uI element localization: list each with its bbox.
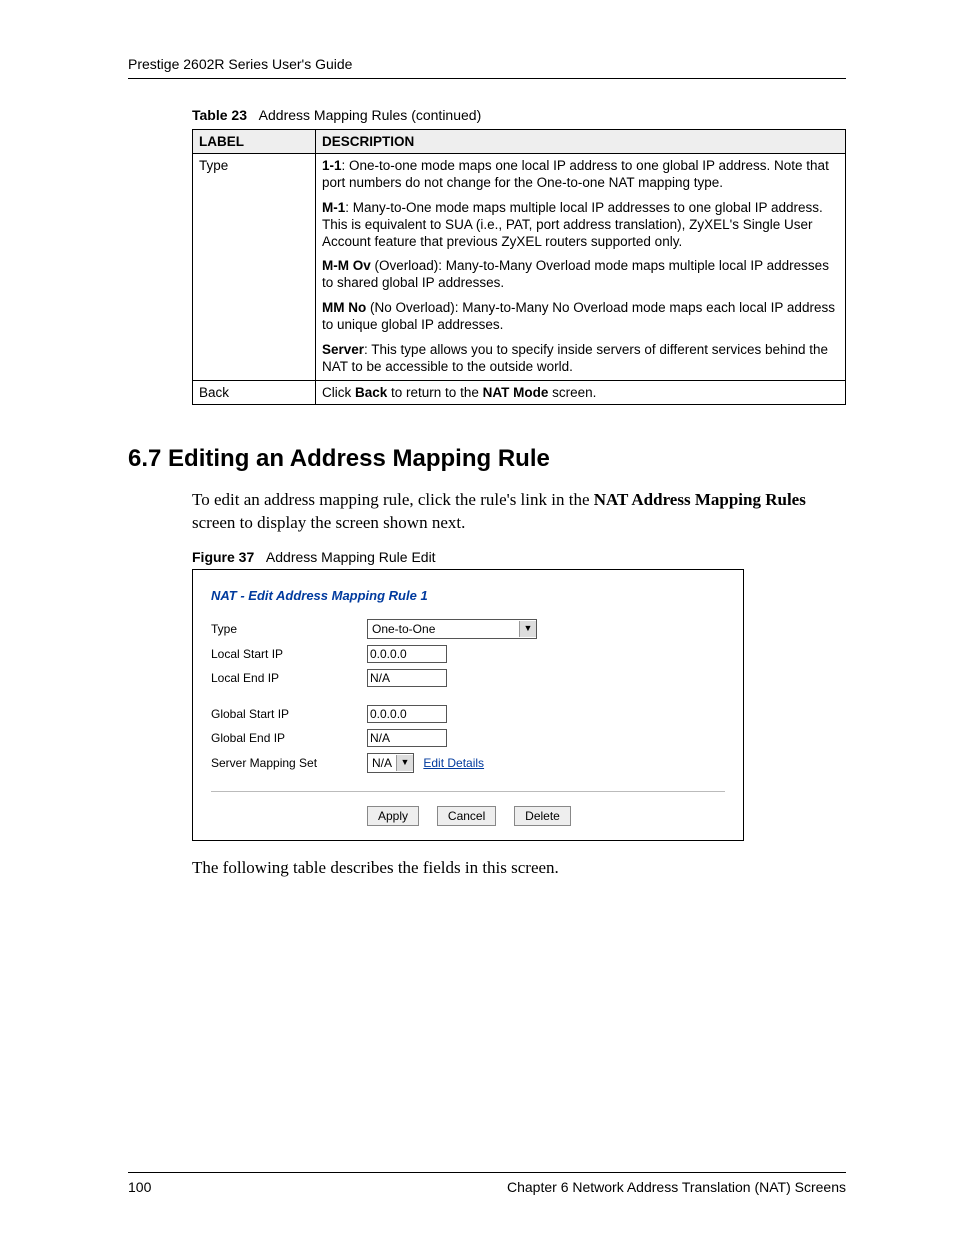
figure-caption-text: Address Mapping Rule Edit: [266, 549, 436, 565]
global-start-ip-input[interactable]: [367, 705, 447, 723]
page-footer: 100 Chapter 6 Network Address Translatio…: [128, 1172, 846, 1195]
delete-button[interactable]: Delete: [514, 806, 571, 826]
desc-bold: 1-1: [322, 158, 342, 173]
local-start-ip-input[interactable]: [367, 645, 447, 663]
desc-text: screen.: [548, 385, 596, 400]
field-label-type: Type: [211, 622, 367, 636]
figure-screenshot: NAT - Edit Address Mapping Rule 1 Type O…: [192, 569, 744, 841]
section-intro: To edit an address mapping rule, click t…: [192, 489, 846, 535]
table-cell-description: Click Back to return to the NAT Mode scr…: [316, 380, 846, 404]
page-number: 100: [128, 1179, 151, 1195]
desc-text: (No Overload): Many-to-Many No Overload …: [322, 300, 835, 332]
local-end-ip-input[interactable]: [367, 669, 447, 687]
global-end-ip-input[interactable]: [367, 729, 447, 747]
chevron-down-icon: ▼: [519, 621, 536, 637]
cancel-button[interactable]: Cancel: [437, 806, 496, 826]
desc-bold: MM No: [322, 300, 366, 315]
field-label-local-start: Local Start IP: [211, 647, 367, 661]
desc-text: : One-to-one mode maps one local IP addr…: [322, 158, 829, 190]
intro-text: screen to display the screen shown next.: [192, 513, 465, 532]
table-cell-label: Type: [193, 154, 316, 381]
field-label-global-end: Global End IP: [211, 731, 367, 745]
table-row: Back Click Back to return to the NAT Mod…: [193, 380, 846, 404]
intro-text: To edit an address mapping rule, click t…: [192, 490, 594, 509]
field-label-server-set: Server Mapping Set: [211, 756, 367, 770]
server-mapping-select[interactable]: N/A ▼: [367, 753, 414, 773]
table-cell-label: Back: [193, 380, 316, 404]
footer-rule: [128, 1172, 846, 1173]
table-header-label: LABEL: [193, 130, 316, 154]
desc-text: : This type allows you to specify inside…: [322, 342, 828, 374]
desc-bold: M-M Ov: [322, 258, 371, 273]
desc-text: (Overload): Many-to-Many Overload mode m…: [322, 258, 829, 290]
desc-bold: Server: [322, 342, 364, 357]
desc-text: to return to the: [387, 385, 482, 400]
type-select[interactable]: One-to-One ▼: [367, 619, 537, 639]
field-label-local-end: Local End IP: [211, 671, 367, 685]
panel-title: NAT - Edit Address Mapping Rule 1: [211, 588, 725, 603]
desc-bold: M-1: [322, 200, 345, 215]
desc-text: Click: [322, 385, 355, 400]
type-select-value: One-to-One: [368, 622, 519, 636]
figure-caption-number: Figure 37: [192, 549, 254, 565]
table-caption-text: Address Mapping Rules (continued): [259, 107, 482, 123]
intro-bold: NAT Address Mapping Rules: [594, 490, 806, 509]
field-label-global-start: Global Start IP: [211, 707, 367, 721]
edit-details-link[interactable]: Edit Details: [423, 756, 484, 770]
figure-caption: Figure 37 Address Mapping Rule Edit: [192, 549, 846, 565]
table-cell-description: 1-1: One-to-one mode maps one local IP a…: [316, 154, 846, 381]
desc-bold: NAT Mode: [483, 385, 549, 400]
desc-text: : Many-to-One mode maps multiple local I…: [322, 200, 823, 249]
apply-button[interactable]: Apply: [367, 806, 419, 826]
table-caption: Table 23 Address Mapping Rules (continue…: [192, 107, 846, 123]
server-mapping-value: N/A: [368, 756, 396, 770]
running-header: Prestige 2602R Series User's Guide: [128, 56, 846, 72]
section-heading: 6.7 Editing an Address Mapping Rule: [128, 445, 846, 473]
address-mapping-table: LABEL DESCRIPTION Type 1-1: One-to-one m…: [192, 129, 846, 405]
table-row: Type 1-1: One-to-one mode maps one local…: [193, 154, 846, 381]
button-row: Apply Cancel Delete: [211, 791, 725, 826]
chapter-title: Chapter 6 Network Address Translation (N…: [507, 1179, 846, 1195]
section-outro: The following table describes the fields…: [192, 857, 846, 880]
table-header-description: DESCRIPTION: [316, 130, 846, 154]
table-caption-number: Table 23: [192, 107, 247, 123]
header-rule: [128, 78, 846, 79]
desc-bold: Back: [355, 385, 387, 400]
chevron-down-icon: ▼: [396, 755, 413, 771]
